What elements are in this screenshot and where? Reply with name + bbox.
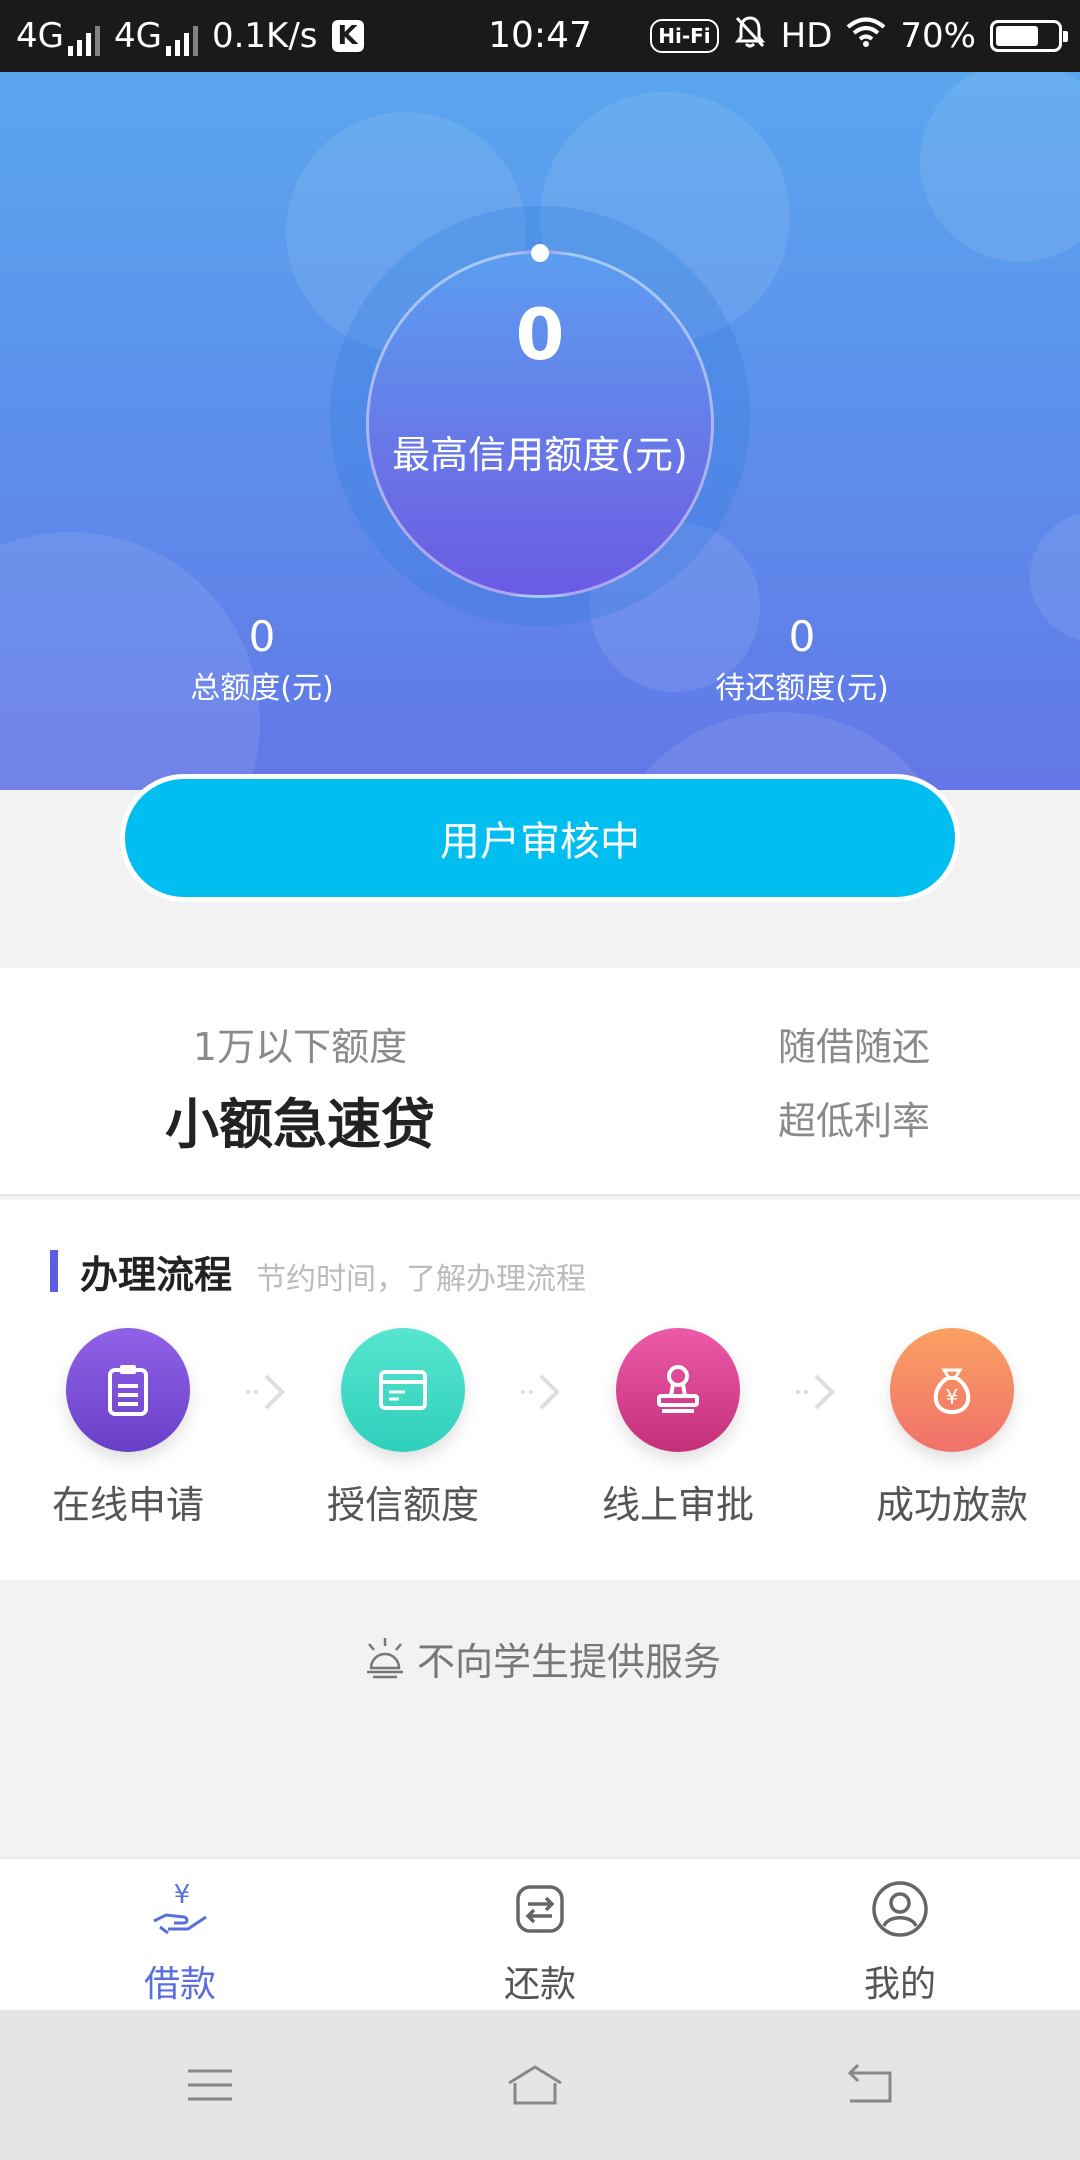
- card-icon: [341, 1328, 465, 1452]
- loan-icon: ¥: [153, 1880, 207, 1935]
- process-section: 办理流程 节约时间，了解办理流程 在线申请 授信额度 线上审批 ¥ 成功放款: [0, 1200, 1080, 1580]
- process-step-label: 授信额度: [326, 1483, 479, 1527]
- process-step-label: 线上审批: [601, 1483, 754, 1527]
- tab-profile[interactable]: 我的: [800, 1877, 1000, 2007]
- process-step-credit: 授信额度: [303, 1328, 503, 1529]
- system-navigation-bar: [0, 2010, 1080, 2160]
- pending-repayment-value: 0: [788, 612, 816, 661]
- product-card[interactable]: 1万以下额度 小额急速贷 随借随还 超低利率: [0, 968, 1080, 1196]
- tab-loan[interactable]: ¥ 借款: [80, 1877, 280, 2007]
- signal-bars-icon: [165, 26, 198, 56]
- total-credit-label: 总额度(元): [190, 671, 334, 706]
- notice-text: 不向学生提供服务: [416, 1639, 721, 1684]
- product-subtitle: 1万以下额度: [192, 1025, 408, 1069]
- tab-label: 借款: [143, 1964, 216, 2005]
- money-bag-icon: ¥: [890, 1328, 1014, 1452]
- credit-hero: 0 最高信用额度(元) 0 总额度(元) 0 待还额度(元): [0, 72, 1080, 790]
- tab-label: 还款: [503, 1964, 576, 2005]
- product-name: 小额急速贷: [165, 1093, 435, 1156]
- back-icon[interactable]: [840, 2055, 900, 2115]
- review-status-button[interactable]: 用户审核中: [120, 774, 960, 902]
- battery-icon: [990, 20, 1068, 52]
- menu-icon[interactable]: [180, 2055, 240, 2115]
- process-step-disburse: ¥ 成功放款: [852, 1328, 1052, 1529]
- total-credit-value: 0: [248, 612, 276, 661]
- network-type-1: 4G: [16, 16, 64, 56]
- battery-percent: 70%: [900, 16, 976, 56]
- stamp-icon: [616, 1328, 740, 1452]
- home-icon[interactable]: [505, 2055, 565, 2115]
- product-feature: 随借随还: [777, 1025, 930, 1069]
- signal-2: 4G: [114, 16, 198, 56]
- bottom-tab-bar: ¥ 借款 还款 我的: [0, 1858, 1080, 2010]
- wifi-icon: [846, 16, 886, 57]
- repay-icon: [516, 1885, 564, 1933]
- chevron-right-icon: [796, 1374, 835, 1410]
- max-credit-value: 0: [515, 294, 565, 376]
- process-step-label: 在线申请: [51, 1483, 204, 1527]
- network-type-2: 4G: [113, 16, 162, 56]
- progress-dot: [531, 244, 549, 262]
- svg-text:¥: ¥: [946, 1385, 959, 1409]
- clipboard-icon: [66, 1328, 190, 1452]
- section-accent-bar: [50, 1250, 58, 1292]
- tab-repay[interactable]: 还款: [440, 1877, 640, 2007]
- signal-1: 4G: [16, 16, 100, 56]
- signal-bars-icon: [67, 26, 100, 56]
- process-step-approval: 线上审批: [578, 1328, 778, 1529]
- decor-bubble: [920, 72, 1080, 262]
- alert-lamp-icon: [366, 1638, 403, 1679]
- hd-icon: HD: [780, 16, 833, 56]
- pending-repayment: 0 待还额度(元): [672, 612, 932, 707]
- svg-text:¥: ¥: [174, 1880, 191, 1910]
- tab-label: 我的: [863, 1964, 936, 2005]
- total-credit: 0 总额度(元): [132, 612, 392, 707]
- product-feature: 超低利率: [777, 1099, 930, 1143]
- profile-icon: [872, 1881, 928, 1937]
- decor-bubble: [1030, 512, 1080, 642]
- chevron-right-icon: [246, 1374, 285, 1410]
- chevron-right-icon: [521, 1374, 560, 1410]
- mute-bell-icon: [733, 14, 767, 59]
- status-bar: 4G 4G 0.1K/s K 10:47 Hi-Fi HD 70%: [0, 0, 1080, 72]
- process-step-apply: 在线申请: [28, 1328, 228, 1529]
- max-credit-label: 最高信用额度(元): [392, 433, 688, 477]
- hifi-icon: Hi-Fi: [650, 19, 719, 53]
- pending-repayment-label: 待还额度(元): [715, 671, 889, 706]
- app-notification-icon: K: [331, 20, 364, 52]
- process-title: 办理流程: [80, 1253, 233, 1297]
- network-speed: 0.1K/s: [211, 16, 318, 56]
- student-notice: 不向学生提供服务: [0, 1628, 1080, 1688]
- process-hint: 节约时间，了解办理流程: [256, 1262, 586, 1297]
- process-step-label: 成功放款: [875, 1483, 1028, 1527]
